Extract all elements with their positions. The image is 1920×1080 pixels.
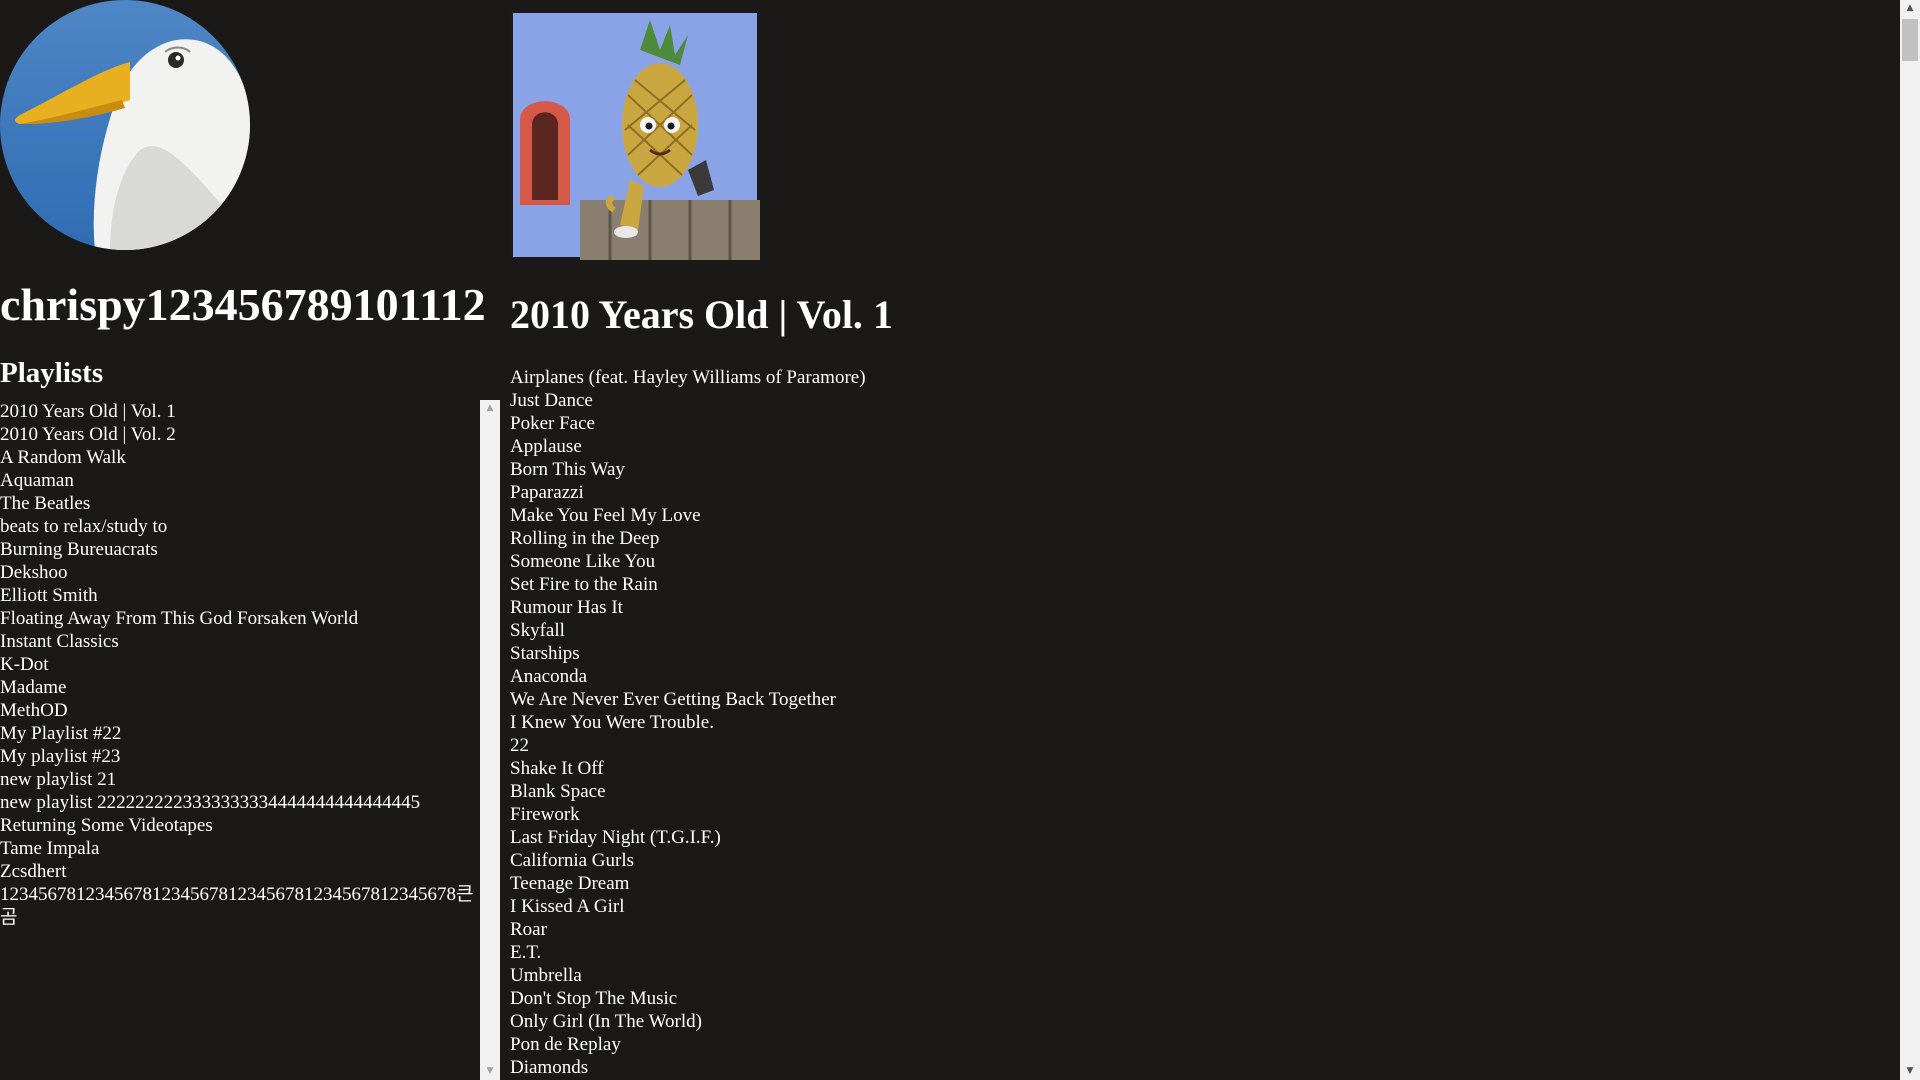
track-item[interactable]: California Gurls	[510, 849, 866, 872]
track-item[interactable]: Roar	[510, 918, 866, 941]
track-item[interactable]: Firework	[510, 803, 866, 826]
page: chrispy123456789101112 Playlists 2010 Ye…	[0, 0, 1920, 1080]
track-item[interactable]: Airplanes (feat. Hayley Williams of Para…	[510, 366, 866, 389]
playlist-item[interactable]: My playlist #23	[0, 745, 480, 768]
playlist-cover	[510, 10, 760, 260]
track-item[interactable]: Set Fire to the Rain	[510, 573, 866, 596]
track-item[interactable]: Shake It Off	[510, 757, 866, 780]
track-item[interactable]: Applause	[510, 435, 866, 458]
playlist-item[interactable]: Instant Classics	[0, 630, 480, 653]
playlist-title: 2010 Years Old | Vol. 1	[510, 292, 893, 337]
playlist-item[interactable]: 2010 Years Old | Vol. 2	[0, 423, 480, 446]
track-item[interactable]: Make You Feel My Love	[510, 504, 866, 527]
pineapple-puppet-cover-image	[510, 10, 760, 260]
playlist-item[interactable]: Dekshoo	[0, 561, 480, 584]
playlist-item[interactable]: Zcsdhert	[0, 860, 480, 883]
page-scrollbar-thumb[interactable]	[1902, 19, 1918, 61]
playlists-heading: Playlists	[0, 357, 104, 389]
track-item[interactable]: E.T.	[510, 941, 866, 964]
playlist-item[interactable]: 1234567812345678123456781234567812345678…	[0, 883, 480, 929]
track-list: Airplanes (feat. Hayley Williams of Para…	[510, 366, 866, 1079]
track-item[interactable]: Teenage Dream	[510, 872, 866, 895]
playlist-item[interactable]: new playlist 222222222333333333444444444…	[0, 791, 480, 814]
playlist-list: 2010 Years Old | Vol. 1 2010 Years Old |…	[0, 400, 480, 1080]
track-item[interactable]: Anaconda	[510, 665, 866, 688]
avatar	[0, 0, 250, 250]
playlist-item[interactable]: Tame Impala	[0, 837, 480, 860]
track-item[interactable]: Paparazzi	[510, 481, 866, 504]
track-item[interactable]: Don't Stop The Music	[510, 987, 866, 1010]
playlist-item[interactable]: new playlist 21	[0, 768, 480, 791]
playlist-item[interactable]: Madame	[0, 676, 480, 699]
playlist-item[interactable]: A Random Walk	[0, 446, 480, 469]
track-item[interactable]: Blank Space	[510, 780, 866, 803]
track-item[interactable]: Pon de Replay	[510, 1033, 866, 1056]
username: chrispy123456789101112	[0, 279, 486, 330]
track-item[interactable]: Someone Like You	[510, 550, 866, 573]
playlist-item[interactable]: Aquaman	[0, 469, 480, 492]
playlist-item[interactable]: 2010 Years Old | Vol. 1	[0, 400, 480, 423]
track-item[interactable]: Diamonds	[510, 1056, 866, 1079]
playlist-item[interactable]: Burning Bureuacrats	[0, 538, 480, 561]
scroll-down-arrow-icon[interactable]: ▼	[480, 1063, 500, 1080]
track-item[interactable]: I Knew You Were Trouble.	[510, 711, 866, 734]
playlist-item[interactable]: The Beatles	[0, 492, 480, 515]
track-item[interactable]: I Kissed A Girl	[510, 895, 866, 918]
playlist-scrollbar[interactable]: ▲ ▼	[480, 400, 500, 1080]
track-item[interactable]: We Are Never Ever Getting Back Together	[510, 688, 866, 711]
track-item[interactable]: Poker Face	[510, 412, 866, 435]
playlist-item[interactable]: Floating Away From This God Forsaken Wor…	[0, 607, 480, 630]
page-scroll-up-arrow-icon[interactable]: ▲	[1900, 0, 1920, 17]
playlist-item[interactable]: K-Dot	[0, 653, 480, 676]
page-scroll-down-arrow-icon[interactable]: ▼	[1900, 1063, 1920, 1080]
playlist-item[interactable]: My Playlist #22	[0, 722, 480, 745]
playlist-item[interactable]: Elliott Smith	[0, 584, 480, 607]
track-item[interactable]: Born This Way	[510, 458, 866, 481]
track-item[interactable]: Umbrella	[510, 964, 866, 987]
playlist-item[interactable]: beats to relax/study to	[0, 515, 480, 538]
track-item[interactable]: Rolling in the Deep	[510, 527, 866, 550]
playlist-item[interactable]: Returning Some Videotapes	[0, 814, 480, 837]
track-item[interactable]: Just Dance	[510, 389, 866, 412]
seagull-avatar-image	[0, 0, 250, 250]
playlist-item[interactable]: MethOD	[0, 699, 480, 722]
track-item[interactable]: Rumour Has It	[510, 596, 866, 619]
track-item[interactable]: 22	[510, 734, 866, 757]
track-item[interactable]: Skyfall	[510, 619, 866, 642]
profile-sidebar: chrispy123456789101112 Playlists 2010 Ye…	[0, 0, 500, 1080]
track-item[interactable]: Only Girl (In The World)	[510, 1010, 866, 1033]
page-scrollbar[interactable]: ▲ ▼	[1900, 0, 1920, 1080]
track-item[interactable]: Starships	[510, 642, 866, 665]
scroll-up-arrow-icon[interactable]: ▲	[480, 400, 500, 417]
track-item[interactable]: Last Friday Night (T.G.I.F.)	[510, 826, 866, 849]
